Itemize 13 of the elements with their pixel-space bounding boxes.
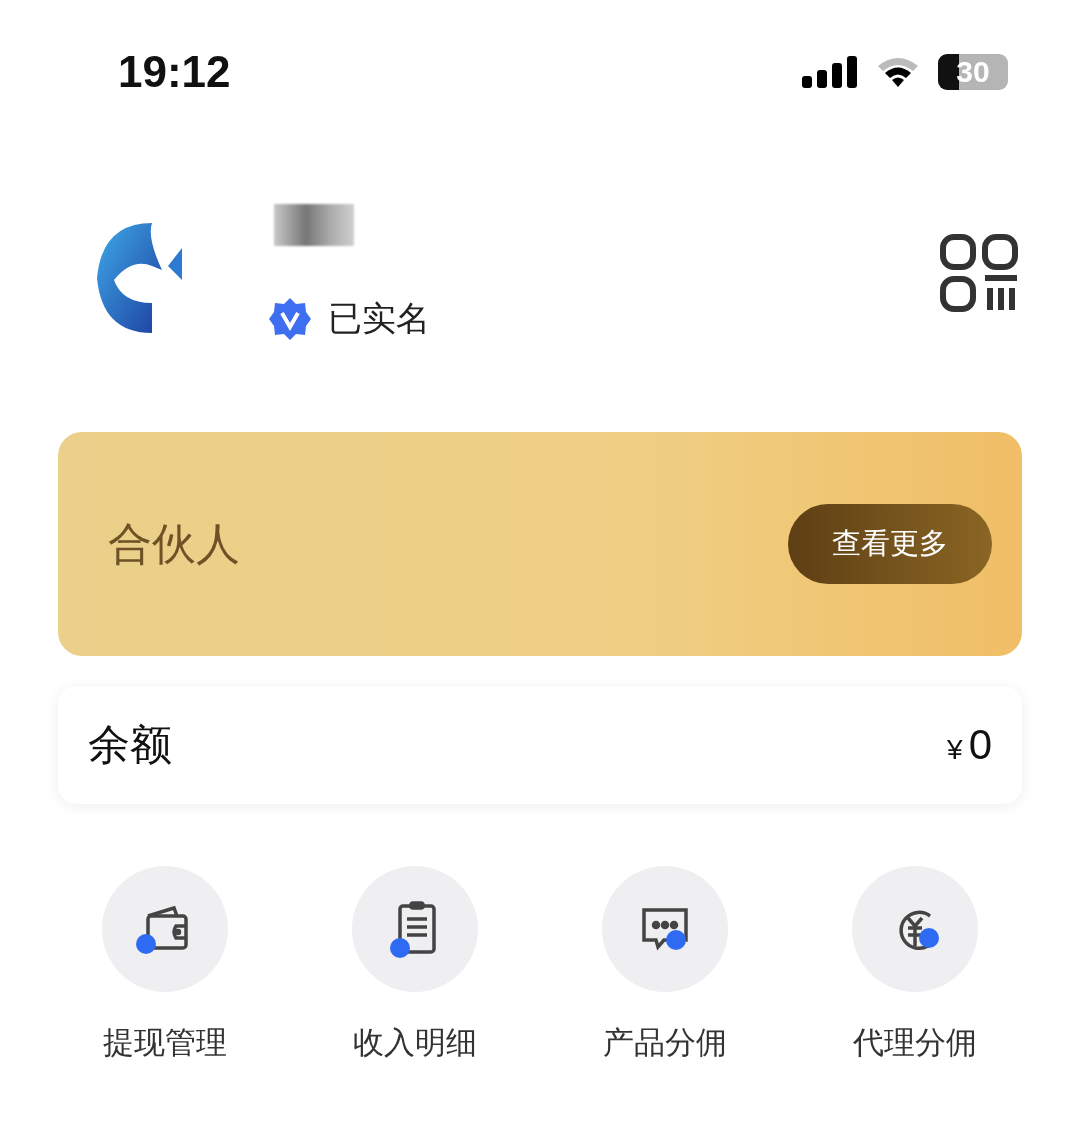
- wifi-icon: [876, 56, 920, 88]
- menu-label: 产品分佣: [603, 1023, 727, 1062]
- status-time: 19:12: [118, 47, 231, 97]
- verified-label: 已实名: [328, 297, 430, 340]
- menu-label: 收入明细: [353, 1023, 477, 1062]
- qr-code-icon[interactable]: [940, 234, 1020, 312]
- menu-label: 提现管理: [103, 1023, 227, 1062]
- partner-title: 合伙人: [108, 516, 240, 571]
- menu-label: 代理分佣: [853, 1023, 977, 1062]
- signal-icon: [802, 56, 858, 88]
- balance-label: 余额: [88, 719, 172, 771]
- balance-amount: ¥0: [947, 721, 992, 769]
- view-more-button[interactable]: 查看更多: [788, 504, 992, 584]
